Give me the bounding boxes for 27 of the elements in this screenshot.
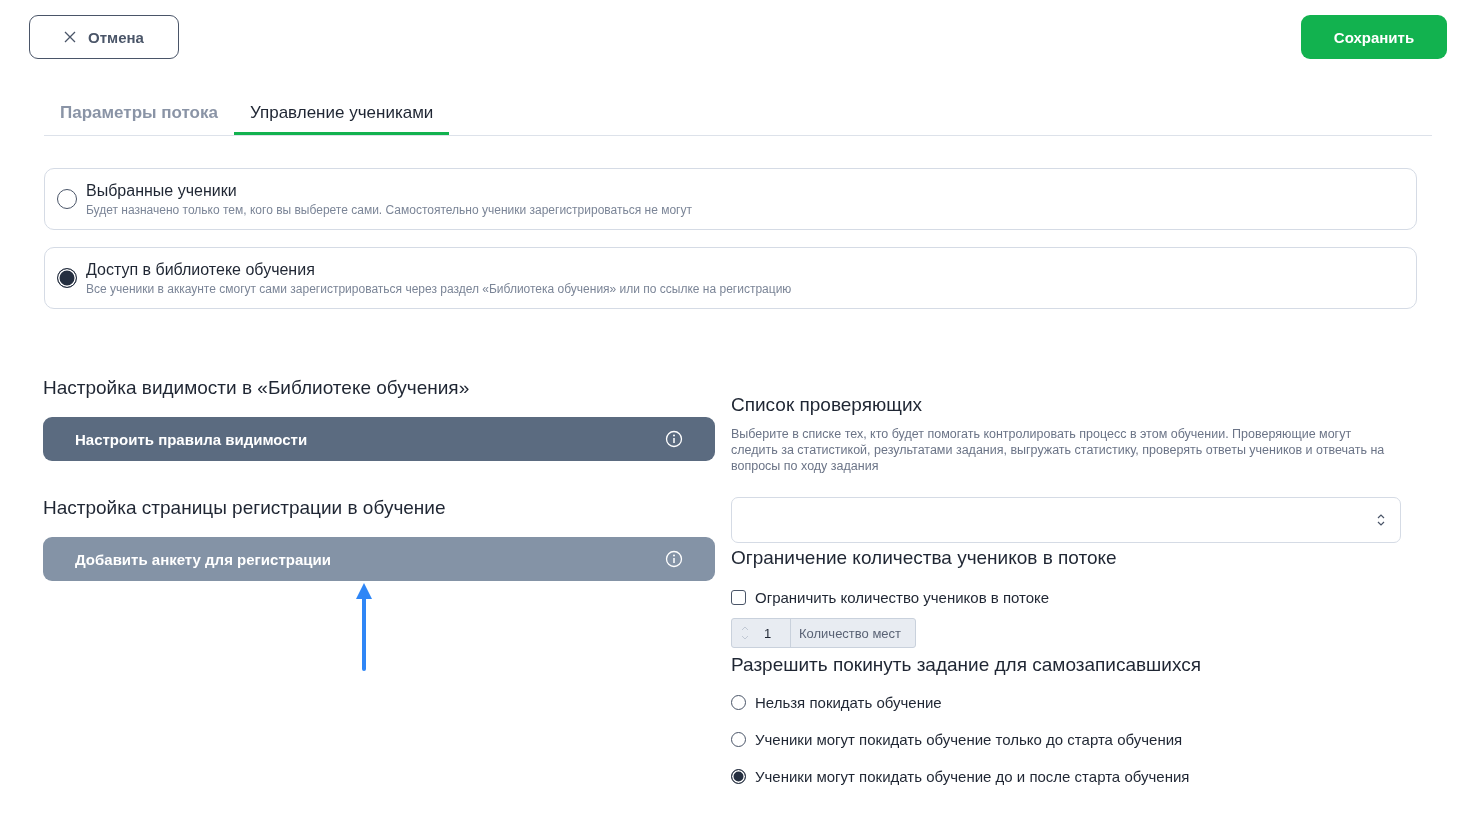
- section-heading: Настройка видимости в «Библиотеке обучения»: [43, 377, 471, 399]
- radio-label: Нельзя покидать обучение: [755, 694, 942, 711]
- radio-button[interactable]: [731, 769, 746, 784]
- chevron-updown-icon: [1376, 513, 1386, 527]
- seats-number-field[interactable]: 1 Количество мест: [731, 618, 916, 648]
- access-option-card[interactable]: Доступ в библиотеке обучения Все ученики в аккаунте смогут сами зарегистрироваться через раздел «Библиотека обучения» или по ссылке на регистрацию: [44, 247, 1417, 309]
- section-heading: Настройка страницы регистрации в обучение: [43, 497, 447, 519]
- close-icon: [64, 31, 77, 43]
- checkbox[interactable]: [731, 590, 746, 605]
- option-description: Будет назначено только тем, кого вы выберете сами. Самостоятельно ученики зарегистрироваться не могут: [86, 202, 692, 217]
- radio-label: Ученики могут покидать обучение только до старта обучения: [755, 731, 1183, 748]
- option-description: Все ученики в аккаунте смогут сами зарегистрироваться через раздел «Библиотека обучения» или по ссылке на регистрацию: [86, 281, 792, 296]
- checkbox-label: Ограничить количество учеников в потоке: [755, 589, 1050, 606]
- tab[interactable]: Управление учениками: [233, 95, 450, 135]
- info-icon: [665, 430, 683, 448]
- access-option-card[interactable]: Выбранные ученики Будет назначено только тем, кого вы выберете сами. Самостоятельно ученики зарегистрироваться не могут: [44, 168, 1417, 230]
- radio-button[interactable]: [57, 268, 77, 288]
- section-description: Выберите в списке тех, кто будет помогать контролировать процесс в этом обучении. Проверяющие могут следить за статистикой, результатами задания, выгружать статистику, проверять ответы учеников и отвечать на вопросы по ходу задания: [731, 426, 1386, 474]
- section-heading: Список проверяющих: [731, 394, 923, 416]
- option-title: Доступ в библиотеке обучения: [86, 260, 316, 279]
- radio-label: Ученики могут покидать обучение до и после старта обучения: [755, 768, 1190, 785]
- section-heading: Ограничение количества учеников в потоке: [731, 547, 1118, 569]
- section-heading: Разрешить покинуть задание для самозаписавшихся: [731, 654, 1202, 676]
- option-title: Выбранные ученики: [86, 181, 238, 200]
- settings-bar-button[interactable]: Настроить правила видимости: [43, 417, 715, 461]
- cancel-button[interactable]: Отмена: [29, 15, 179, 59]
- info-icon: [665, 550, 683, 568]
